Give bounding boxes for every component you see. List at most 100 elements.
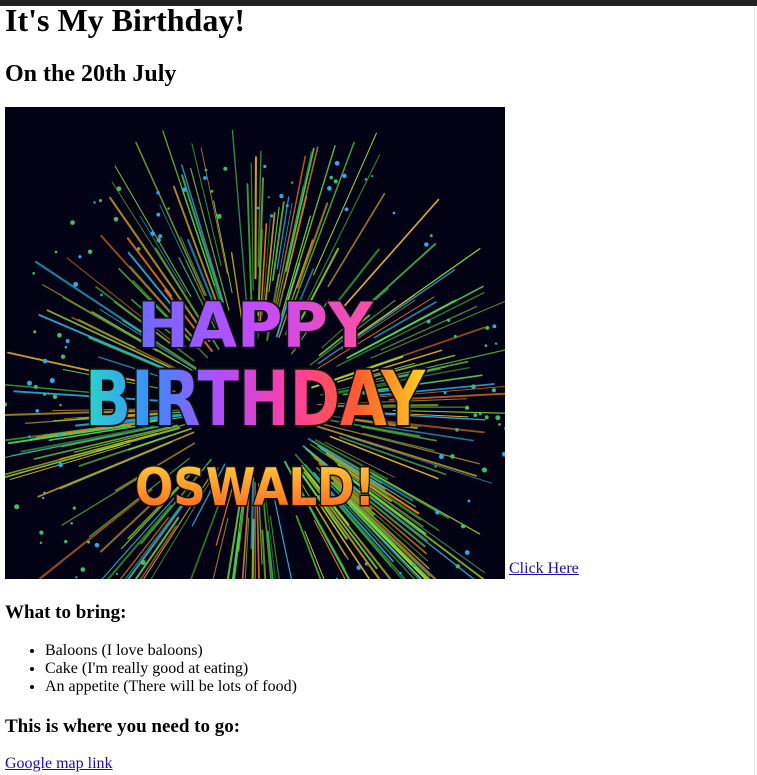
firework-spark — [443, 391, 447, 395]
firework-spark — [73, 281, 79, 287]
firework-spark — [156, 191, 160, 195]
firework-spark — [364, 178, 368, 181]
click-here-link[interactable]: Click Here — [509, 561, 579, 577]
firework-spark — [450, 454, 455, 459]
hero-row: HAPPY BIRTHDAY OSWALD! Click Here — [5, 107, 579, 579]
firework-spark — [87, 540, 91, 544]
firework-spark — [481, 467, 487, 473]
firework-spark — [204, 168, 208, 172]
firework-spark — [471, 384, 476, 389]
firework-spark — [473, 413, 478, 417]
firework-spark — [49, 377, 55, 384]
firework-spark — [435, 510, 440, 515]
firework-spark — [14, 504, 20, 510]
firework-spark — [424, 242, 429, 247]
firework-spark — [467, 499, 471, 503]
firework-spark — [464, 550, 470, 555]
list-item: Cake (I'm really good at eating) — [45, 660, 297, 678]
firework-spark — [156, 212, 161, 217]
list-item: An appetite (There will be lots of food) — [45, 678, 297, 696]
firework-spark — [333, 179, 338, 184]
firework-spark — [87, 249, 93, 254]
firework-spark — [455, 428, 459, 432]
firework-spark — [464, 405, 470, 410]
firework-spark — [453, 334, 457, 338]
firework-spark — [42, 358, 48, 364]
firework-spark — [58, 462, 64, 468]
firework-spark — [70, 521, 73, 525]
firework-spark — [426, 319, 431, 324]
firework-spark — [52, 394, 58, 399]
firework-spark — [72, 506, 76, 510]
firework-spark — [57, 332, 62, 338]
firework-spark — [80, 567, 86, 572]
firework-spark — [60, 354, 66, 359]
firework-spark — [210, 189, 214, 193]
firework-spark — [156, 238, 161, 243]
firework-spark — [269, 214, 274, 218]
firework-spark — [41, 496, 45, 500]
firework-spark — [150, 231, 156, 236]
firework-spark — [28, 435, 31, 438]
firework-spark — [498, 423, 501, 426]
firework-spark — [94, 542, 100, 548]
firework-spark — [116, 186, 122, 192]
firework-spark — [223, 166, 228, 171]
bring-heading: What to bring: — [5, 602, 127, 623]
firework-spark — [411, 563, 416, 568]
firework-spark — [115, 572, 119, 575]
firework-spark — [290, 181, 294, 184]
firework-spark — [33, 330, 37, 334]
firework-spark — [32, 272, 35, 275]
firework-spark — [93, 201, 96, 204]
firework-spark — [57, 432, 62, 437]
fireworks-graphic: HAPPY BIRTHDAY OSWALD! — [5, 107, 505, 579]
firework-spark — [494, 342, 498, 345]
firework-spark — [392, 211, 396, 215]
firework-spark — [460, 523, 466, 529]
firework-spark — [371, 175, 374, 178]
firework-spark — [364, 561, 369, 566]
firework-spark — [59, 403, 62, 407]
firework-spark — [327, 186, 332, 191]
firework-spark — [182, 187, 187, 192]
firework-spark — [35, 409, 40, 413]
hero-line-happy: HAPPY — [137, 289, 374, 362]
firework-spark — [342, 173, 347, 179]
firework-spark — [140, 559, 146, 566]
location-heading: This is where you need to go: — [5, 716, 241, 737]
firework-spark — [158, 234, 163, 239]
firework-spark — [446, 318, 451, 322]
firework-spark — [42, 392, 47, 396]
firework-spark — [399, 571, 402, 575]
firework-spark — [344, 207, 349, 212]
firework-spark — [64, 345, 68, 349]
google-map-link[interactable]: Google map link — [5, 755, 113, 773]
firework-spark — [484, 415, 489, 420]
firework-spark — [64, 539, 68, 544]
hero-line-name: OSWALD! — [135, 458, 375, 518]
firework-spark — [136, 247, 141, 251]
firework-spark — [216, 213, 222, 219]
list-item: Baloons (I love baloons) — [45, 642, 297, 660]
firework-spark — [75, 576, 78, 579]
firework-spark — [39, 530, 44, 535]
firework-spark — [267, 196, 270, 199]
firework-spark — [455, 564, 461, 569]
firework-spark — [167, 207, 170, 210]
firework-spark — [203, 176, 207, 180]
hero-line-birthday: BIRTHDAY — [85, 354, 426, 443]
firework-spark — [334, 160, 340, 166]
firework-spark — [78, 255, 82, 259]
firework-spark — [329, 175, 333, 180]
page-title: It's My Birthday! — [5, 2, 245, 38]
firework-spark — [491, 388, 497, 393]
firework-spark — [429, 234, 433, 238]
page-subtitle: On the 20th July — [5, 61, 177, 87]
firework-spark — [65, 339, 70, 343]
firework-spark — [356, 565, 361, 570]
firework-spark — [47, 392, 50, 395]
firework-spark — [485, 325, 490, 330]
firework-spark — [43, 491, 46, 495]
firework-spark — [100, 293, 103, 297]
